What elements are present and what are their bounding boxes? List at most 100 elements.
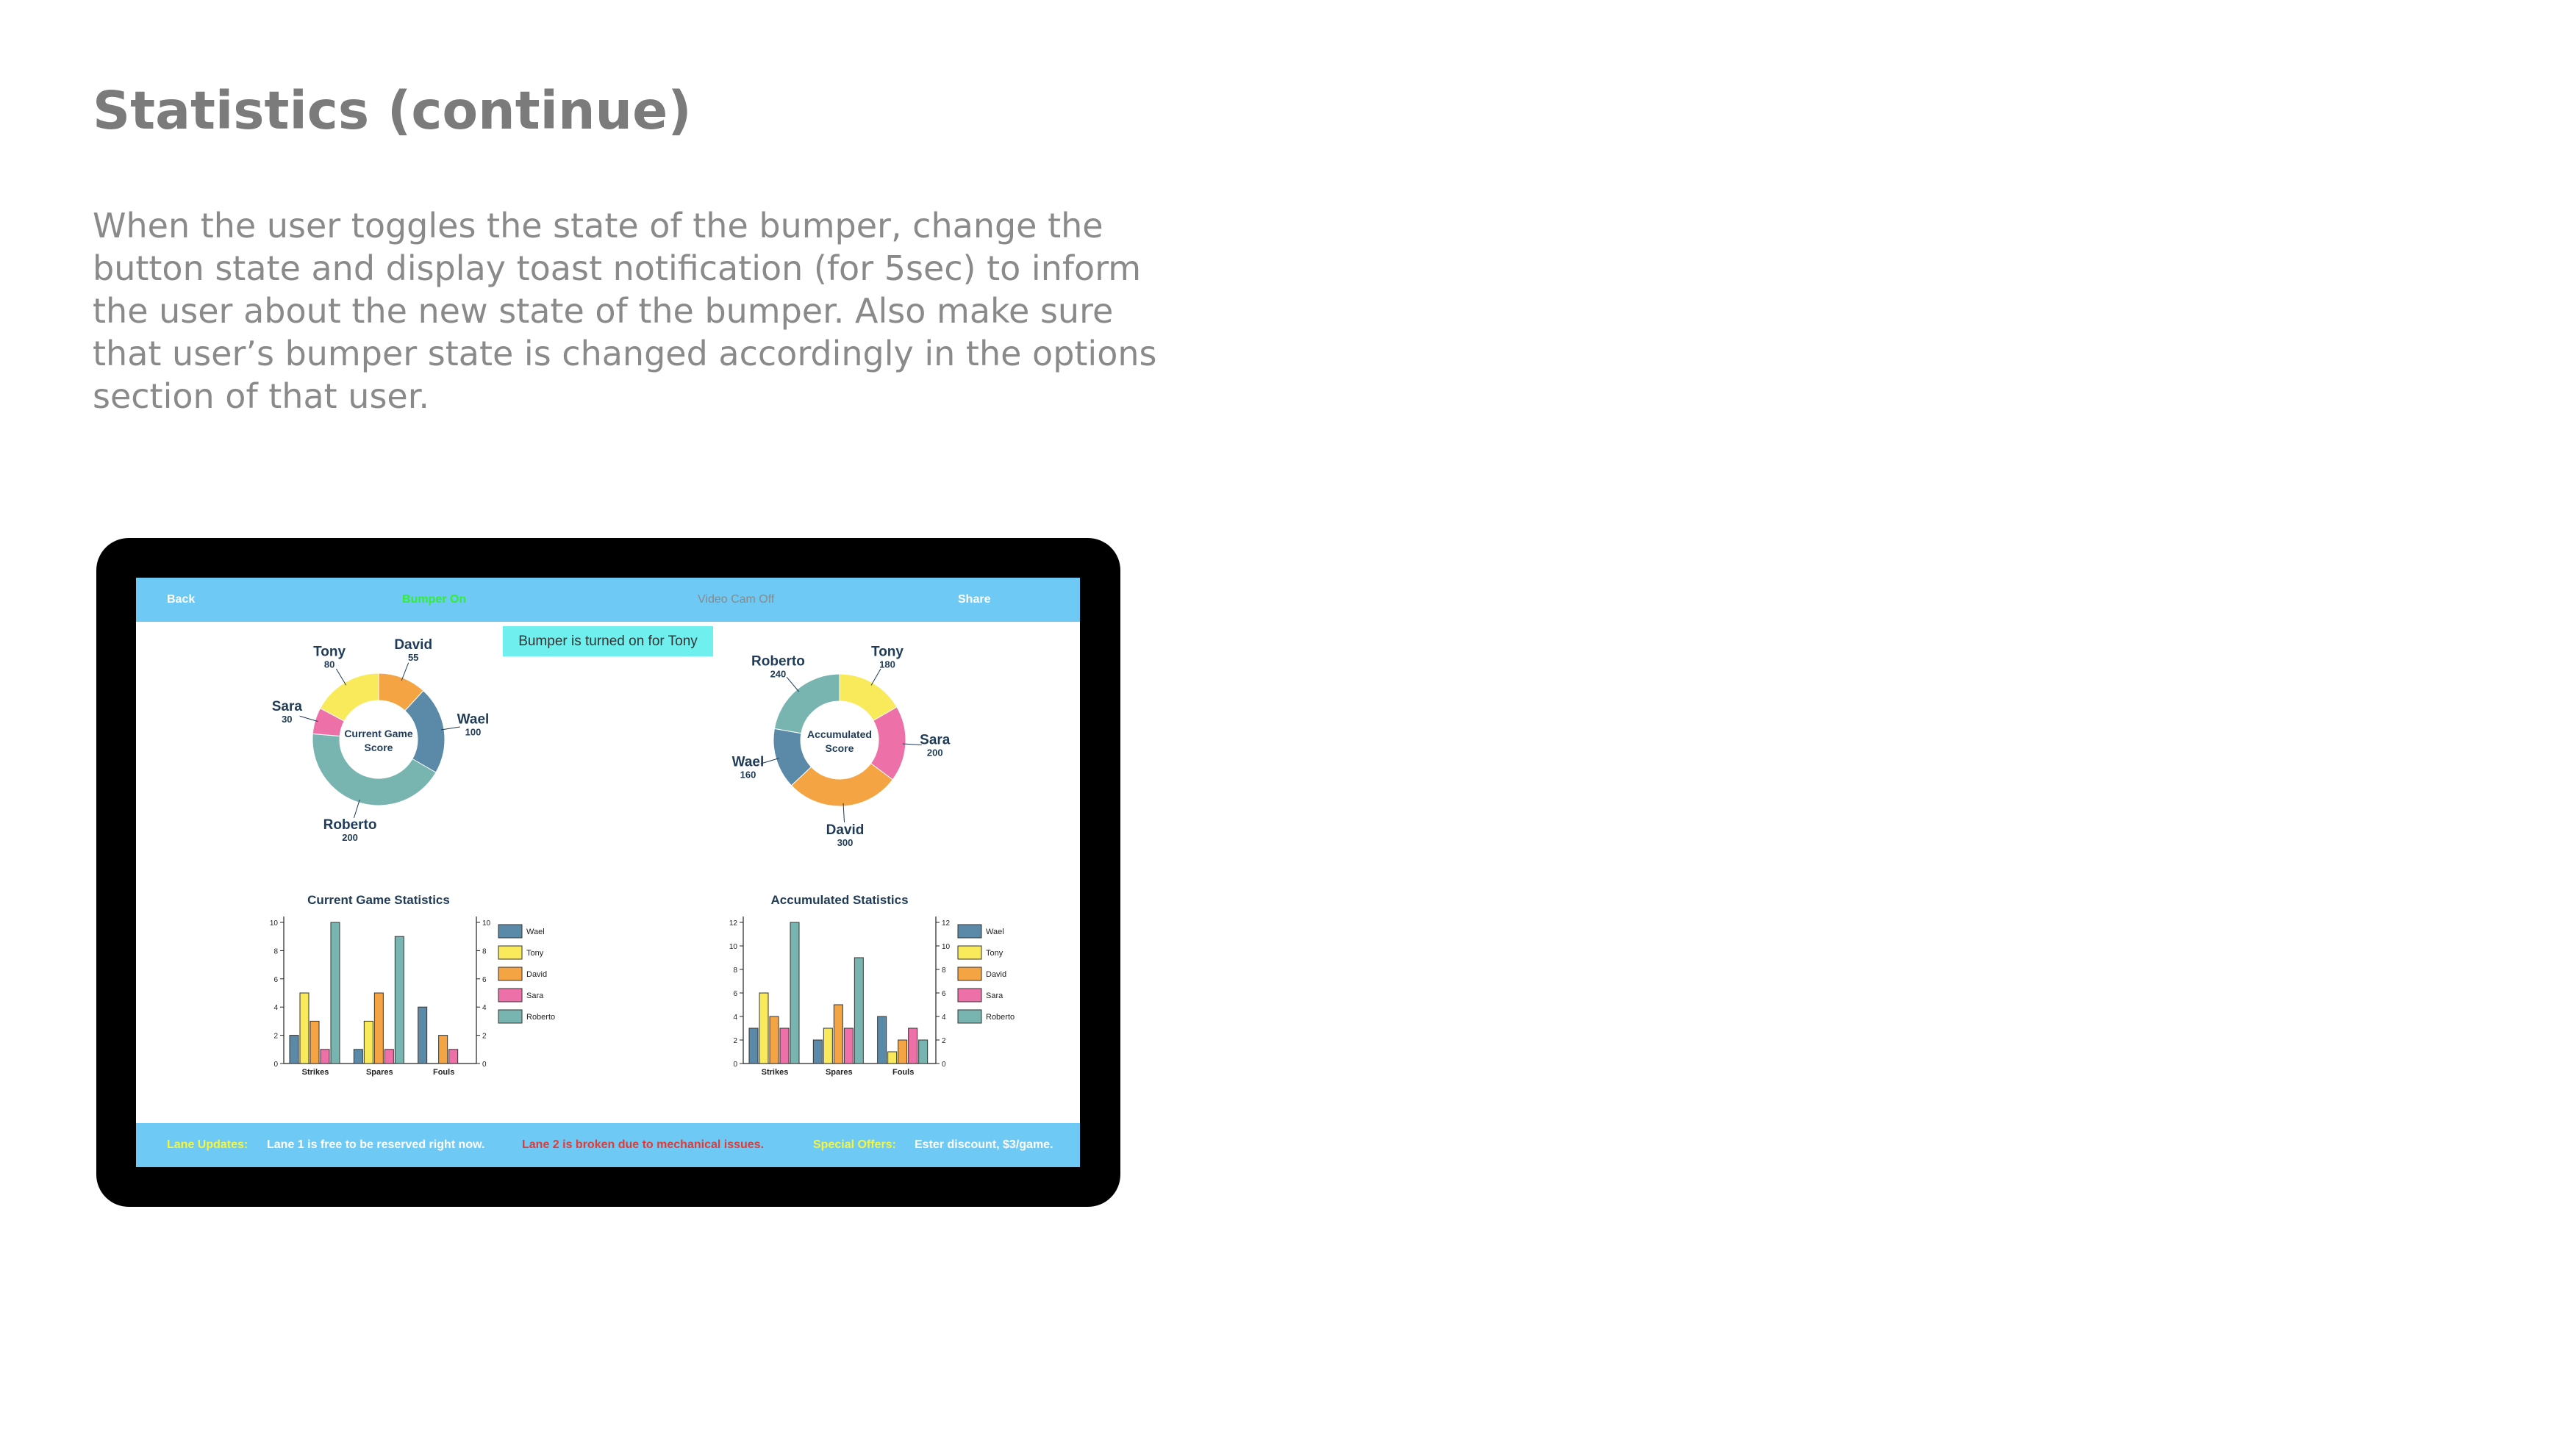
accumulated-score-label-sara: Sara	[920, 733, 951, 748]
current-score-value-sara: 30	[282, 714, 292, 725]
current-stats-bar-spares-wael	[353, 1049, 363, 1064]
share-button[interactable]: Share	[958, 578, 990, 622]
current-score-leader-tony	[335, 668, 347, 686]
back-button[interactable]: Back	[167, 578, 195, 622]
current-stats-bar-strikes-tony	[299, 992, 310, 1064]
bottom-status-bar: Lane Updates: Lane 1 is free to be reser…	[136, 1123, 1080, 1167]
current-stats-legend-swatch-sara	[498, 988, 523, 1003]
accumulated-stats-legend-swatch-sara	[957, 988, 982, 1003]
accumulated-score-value-sara: 200	[927, 747, 943, 758]
app-screen: Back Bumper On Video Cam Off Share Bumpe…	[136, 578, 1080, 1167]
accumulated-stats-bar-strikes-roberto	[790, 922, 800, 1064]
current-score-center-title-line2: Score	[365, 742, 393, 753]
current-stats-legend-swatch-wael	[498, 924, 523, 939]
accumulated-stats-legend-swatch-david	[957, 966, 982, 981]
accumulated-stats-ytick-label-right: 2	[942, 1037, 946, 1045]
current-score-value-roberto: 200	[342, 832, 358, 843]
current-stats-bar-spares-sara	[384, 1049, 394, 1064]
current-stats-legend-swatch-david	[498, 966, 523, 981]
current-stats-ytick-label-left: 10	[270, 919, 279, 928]
accumulated-stats-legend-swatch-tony	[957, 945, 982, 960]
current-stats-legend-label-david: David	[526, 970, 547, 979]
bumper-toggle-button[interactable]: Bumper On	[402, 578, 466, 622]
accumulated-stats-ytick-label-left: 12	[729, 919, 738, 928]
accumulated-stats-legend-label-tony: Tony	[986, 949, 1003, 958]
current-stats-xtick-label-fouls: Fouls	[433, 1068, 454, 1077]
accumulated-stats-bar-strikes-sara	[779, 1027, 790, 1064]
current-stats-ytick-label-left: 0	[273, 1061, 278, 1069]
current-stats-bar-spares-david	[373, 992, 384, 1064]
accumulated-score-value-wael: 160	[740, 769, 756, 780]
current-stats-xtick-label-strikes: Strikes	[302, 1068, 329, 1077]
current-stats-ytick-label-right: 8	[482, 947, 487, 955]
accumulated-stats-bar-spares-roberto	[854, 957, 864, 1064]
accumulated-stats-bar-spares-david	[833, 1004, 843, 1064]
accumulated-score-slice-roberto	[773, 673, 840, 734]
lane-updates-label: Lane Updates:	[167, 1138, 248, 1151]
accumulated-stats-ytick-label-right: 6	[942, 990, 946, 998]
accumulated-stats-bar-fouls-wael	[877, 1016, 887, 1064]
accumulated-stats-bar-strikes-david	[769, 1016, 779, 1064]
current-score-label-wael: Wael	[457, 711, 490, 727]
statistics-charts: David55Wael100Roberto200Sara30Tony80Curr…	[270, 637, 1015, 1077]
accumulated-stats-bar-strikes-tony	[759, 992, 769, 1064]
accumulated-stats-ytick-label-left: 8	[733, 966, 737, 975]
accumulated-score-leader-tony	[870, 668, 881, 686]
accumulated-stats-legend-label-roberto: Roberto	[986, 1013, 1015, 1022]
current-score-value-david: 55	[408, 652, 418, 663]
accumulated-stats-bar-spares-tony	[823, 1027, 833, 1064]
current-stats-ytick-label-right: 6	[482, 976, 487, 984]
current-score-label-david: David	[394, 637, 432, 653]
current-score-center-title: Current Game	[344, 728, 413, 739]
current-stats-ytick-label-left: 6	[273, 976, 278, 984]
accumulated-score-label-david: David	[826, 822, 865, 838]
current-score-value-tony: 80	[324, 659, 334, 670]
accumulated-stats-ytick-label-right: 12	[942, 919, 951, 928]
current-stats-legend-label-roberto: Roberto	[526, 1013, 555, 1022]
current-stats-ytick-label-right: 10	[482, 919, 491, 928]
accumulated-stats-ytick-label-left: 0	[733, 1061, 737, 1069]
accumulated-stats-legend-label-sara: Sara	[986, 991, 1003, 1000]
current-stats-bar-spares-roberto	[394, 936, 404, 1064]
video-cam-toggle-button[interactable]: Video Cam Off	[698, 578, 774, 622]
special-offers-text: Ester discount, $3/game.	[915, 1138, 1053, 1151]
lane1-message: Lane 1 is free to be reserved right now.	[267, 1138, 485, 1151]
accumulated-score-label-tony: Tony	[871, 644, 904, 659]
top-toolbar: Back Bumper On Video Cam Off Share	[136, 578, 1080, 622]
accumulated-stats-bar-fouls-david	[898, 1039, 908, 1064]
accumulated-score-center-title: Accumulated	[807, 728, 872, 740]
accumulated-stats-xtick-label-spares: Spares	[826, 1068, 853, 1077]
accumulated-stats-ytick-label-left: 2	[733, 1037, 737, 1045]
accumulated-stats-bar-spares-wael	[812, 1039, 823, 1064]
accumulated-stats-ytick-label-right: 8	[942, 966, 946, 975]
accumulated-score-value-tony: 180	[879, 659, 895, 670]
accumulated-stats-ytick-label-right: 10	[942, 943, 951, 951]
accumulated-stats-legend-swatch-roberto	[957, 1009, 982, 1024]
accumulated-score-label-wael: Wael	[732, 754, 765, 770]
accumulated-stats-xtick-label-fouls: Fouls	[892, 1068, 914, 1077]
slide-description: When the user toggles the state of the b…	[93, 206, 1157, 416]
special-offers-label: Special Offers:	[813, 1138, 896, 1151]
current-score-leader-david	[401, 662, 409, 681]
current-stats-ytick-label-right: 2	[482, 1033, 487, 1041]
lane2-message: Lane 2 is broken due to mechanical issue…	[522, 1138, 765, 1151]
current-stats-ytick-label-right: 4	[482, 1004, 487, 1012]
current-score-leader-roberto	[353, 799, 360, 819]
accumulated-stats-legend-swatch-wael	[957, 924, 982, 939]
current-stats-bar-fouls-sara	[448, 1049, 459, 1064]
accumulated-stats-legend-label-david: David	[986, 970, 1006, 979]
current-stats-ytick-label-left: 8	[273, 947, 278, 955]
current-score-label-tony: Tony	[313, 645, 346, 660]
accumulated-stats-ytick-label-left: 6	[733, 990, 737, 998]
current-stats-bar-spares-tony	[363, 1020, 373, 1064]
accumulated-stats-ytick-label-right: 0	[942, 1061, 946, 1069]
accumulated-score-center-title-line2: Score	[826, 742, 854, 754]
accumulated-stats-bar-fouls-sara	[908, 1027, 918, 1064]
current-score-value-wael: 100	[465, 726, 482, 737]
current-stats-bar-strikes-roberto	[330, 922, 340, 1064]
current-stats-legend-label-sara: Sara	[526, 991, 544, 1000]
current-stats-legend-label-wael: Wael	[526, 928, 545, 936]
current-stats-bar-fouls-wael	[418, 1006, 428, 1064]
accumulated-stats-xtick-label-strikes: Strikes	[762, 1068, 789, 1077]
current-stats-ytick-label-right: 0	[482, 1061, 487, 1069]
